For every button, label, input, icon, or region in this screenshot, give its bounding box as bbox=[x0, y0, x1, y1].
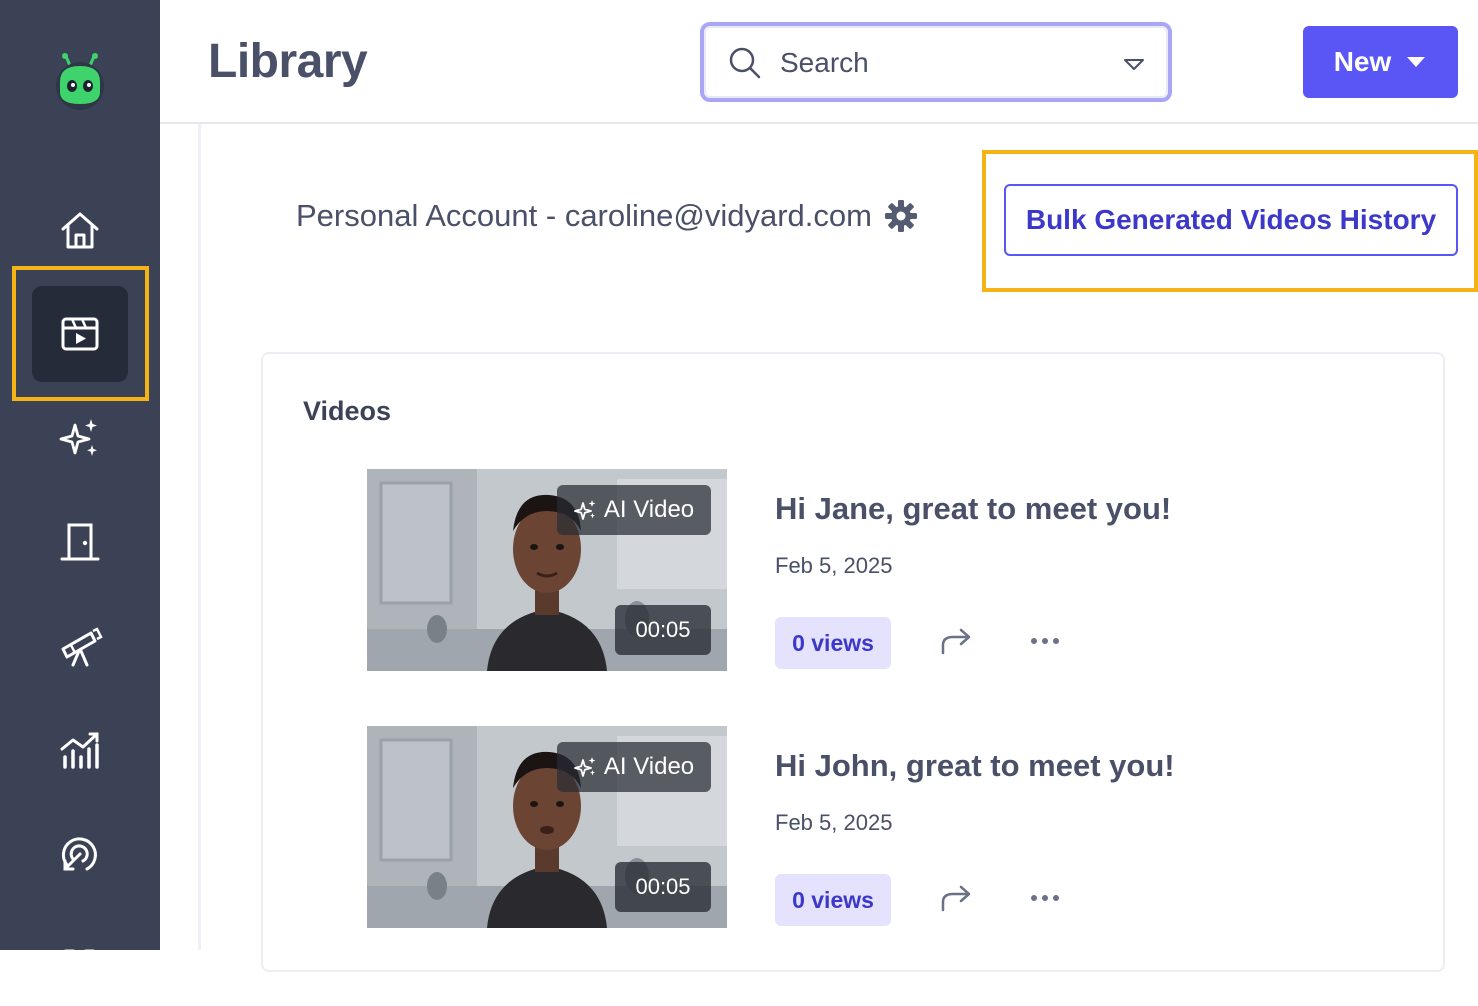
views-button[interactable]: 0 views bbox=[775, 617, 891, 669]
sidebar-item-apps[interactable] bbox=[32, 910, 128, 1006]
sparkles-icon bbox=[59, 419, 97, 456]
ai-video-badge: AI Video bbox=[557, 742, 711, 792]
sidebar-item-home[interactable] bbox=[32, 182, 128, 278]
ai-video-badge-label: AI Video bbox=[603, 496, 695, 523]
sidebar-item-prospecting[interactable] bbox=[32, 598, 128, 694]
content-divider bbox=[198, 124, 201, 950]
target-icon bbox=[61, 837, 97, 871]
account-row: Personal Account - caroline@vidyard.com bbox=[296, 198, 918, 234]
share-icon[interactable] bbox=[939, 882, 975, 914]
videos-card: Videos AI Video 00:05 Hi Jane, great to … bbox=[261, 352, 1445, 972]
bulk-generated-videos-history-button[interactable]: Bulk Generated Videos History bbox=[1004, 184, 1458, 256]
vidyard-logo-icon[interactable] bbox=[52, 52, 108, 110]
video-thumbnail[interactable]: AI Video 00:05 bbox=[367, 726, 727, 928]
caret-down-icon bbox=[1407, 57, 1426, 67]
gear-icon[interactable] bbox=[884, 199, 918, 233]
more-options-icon[interactable] bbox=[1029, 890, 1061, 906]
new-button[interactable]: New bbox=[1303, 26, 1458, 98]
videos-heading: Videos bbox=[303, 396, 392, 426]
account-label: Personal Account - caroline@vidyard.com bbox=[296, 198, 872, 233]
telescope-icon bbox=[61, 627, 103, 667]
sidebar-item-library[interactable] bbox=[32, 286, 128, 382]
ai-video-badge: AI Video bbox=[557, 485, 711, 535]
sidebar bbox=[0, 0, 160, 966]
views-button[interactable]: 0 views bbox=[775, 874, 891, 926]
page-title: Library bbox=[208, 35, 368, 88]
video-duration: 00:05 bbox=[615, 862, 711, 912]
video-title[interactable]: Hi Jane, great to meet you! bbox=[775, 491, 1171, 527]
chevron-down-icon[interactable] bbox=[1122, 56, 1146, 72]
video-title[interactable]: Hi John, great to meet you! bbox=[775, 748, 1175, 784]
search-icon bbox=[729, 47, 761, 79]
door-icon bbox=[60, 523, 100, 561]
sidebar-item-rooms[interactable] bbox=[32, 494, 128, 590]
sidebar-item-engagement[interactable] bbox=[32, 806, 128, 902]
video-date: Feb 5, 2025 bbox=[775, 553, 893, 578]
sparkles-icon bbox=[573, 500, 596, 520]
header: Library New bbox=[160, 0, 1478, 124]
video-thumbnail[interactable]: AI Video 00:05 bbox=[367, 469, 727, 671]
new-button-label: New bbox=[1333, 46, 1392, 77]
apps-grid-icon bbox=[61, 949, 98, 966]
video-duration: 00:05 bbox=[615, 605, 711, 655]
more-options-icon[interactable] bbox=[1029, 633, 1061, 649]
video-library-icon bbox=[61, 317, 99, 351]
sidebar-item-analytics[interactable] bbox=[32, 702, 128, 798]
sparkles-icon bbox=[573, 757, 596, 777]
sidebar-item-ai[interactable] bbox=[32, 390, 128, 486]
search-box[interactable] bbox=[700, 22, 1172, 102]
ai-video-badge-label: AI Video bbox=[603, 753, 695, 780]
share-icon[interactable] bbox=[939, 625, 975, 657]
analytics-chart-icon bbox=[60, 732, 99, 769]
video-date: Feb 5, 2025 bbox=[775, 810, 893, 835]
video-row[interactable]: AI Video 00:05 Hi Jane, great to meet yo… bbox=[367, 469, 1367, 673]
home-icon bbox=[61, 212, 99, 249]
video-row[interactable]: AI Video 00:05 Hi John, great to meet yo… bbox=[367, 726, 1367, 930]
search-input[interactable] bbox=[780, 44, 1110, 82]
